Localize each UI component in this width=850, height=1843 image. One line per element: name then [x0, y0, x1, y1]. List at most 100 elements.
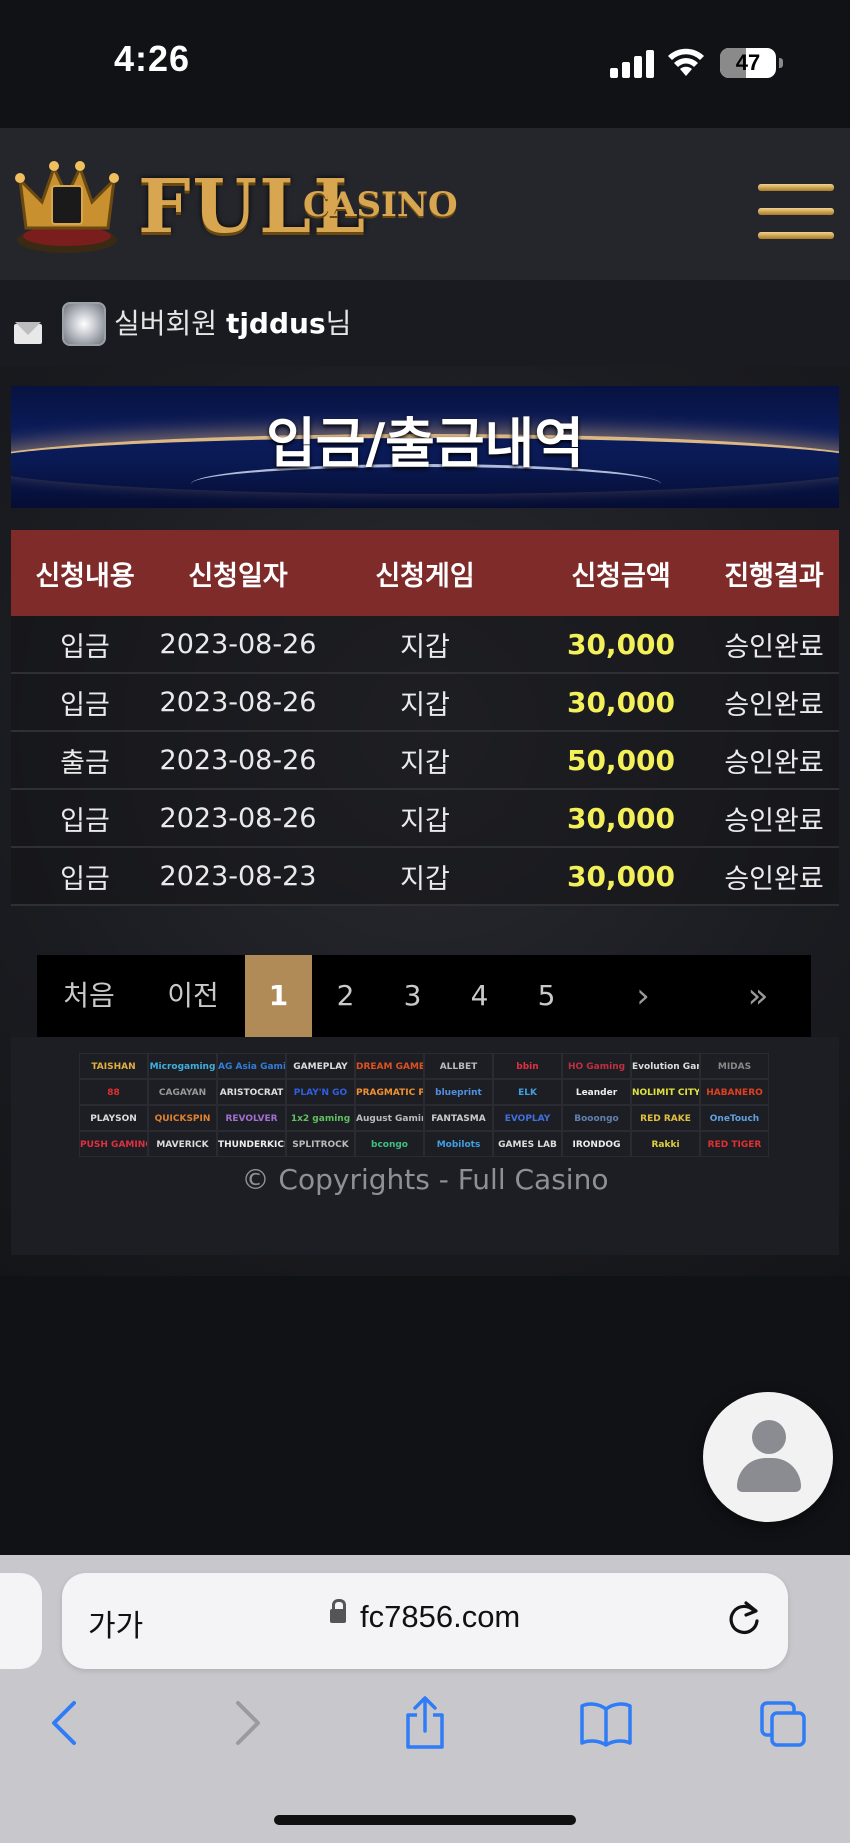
clock: 4:26 [114, 38, 191, 79]
row-amount: 30,000 [566, 685, 676, 719]
pagination-first[interactable]: 처음 [37, 955, 141, 1037]
hamburger-icon[interactable] [758, 184, 834, 240]
provider-logo: MIDAS [700, 1053, 769, 1079]
provider-logo: RED TIGER [700, 1131, 769, 1157]
pagination-page-1[interactable]: 1 [245, 955, 312, 1037]
provider-logo: Leander [562, 1079, 631, 1105]
honorific: 님 [325, 307, 352, 340]
row-type: 입금 [60, 689, 110, 721]
provider-logo: Evolution Gaming [631, 1053, 700, 1079]
provider-logo: GAMES LAB [493, 1131, 562, 1157]
table-row: 입금 2023-08-26 지갑 30,000 승인완료 [11, 790, 839, 848]
provider-logo: Mobilots [424, 1131, 493, 1157]
site-header: FULL CASINO [0, 128, 850, 280]
status-bar: 4:26 47 [0, 0, 850, 128]
url-text[interactable]: fc7856.com [360, 1599, 520, 1635]
column-header-date: 신청일자 [188, 560, 288, 592]
provider-logo: Rakki [631, 1131, 700, 1157]
row-type: 입금 [60, 631, 110, 663]
provider-logo: PLAY'N GO [286, 1079, 355, 1105]
user-info: 실버회원 tjddus님 [114, 304, 351, 344]
provider-logo: HABANERO [700, 1079, 769, 1105]
provider-logo: TAISHAN [79, 1053, 148, 1079]
home-indicator [274, 1815, 576, 1825]
wifi-icon [668, 48, 704, 76]
row-type: 입금 [60, 805, 110, 837]
column-header-type: 신청내용 [35, 560, 135, 592]
text-size-button[interactable]: 가가 [88, 1601, 143, 1645]
address-bar[interactable]: 가가 fc7856.com [62, 1573, 788, 1669]
previous-tab[interactable] [0, 1573, 42, 1669]
battery-indicator: 47 [720, 48, 783, 78]
pagination-next-icon[interactable]: › [580, 955, 706, 1037]
pagination-page-2[interactable]: 2 [312, 955, 379, 1037]
row-game: 지갑 [400, 631, 450, 663]
forward-icon[interactable] [222, 1695, 272, 1751]
browser-toolbar: 가가 fc7856.com [0, 1555, 850, 1843]
provider-logo: PLAYSON [79, 1105, 148, 1131]
silver-rank-icon [62, 302, 106, 346]
row-amount: 30,000 [566, 801, 676, 835]
provider-logo: 88 [79, 1079, 148, 1105]
provider-logo: RED RAKE [631, 1105, 700, 1131]
provider-logo: DREAM GAME [355, 1053, 424, 1079]
row-amount: 50,000 [566, 743, 676, 777]
pagination-page-4[interactable]: 4 [446, 955, 513, 1037]
transaction-table: 신청내용 신청일자 신청게임 신청금액 진행결과 입금 2023-08-26 지… [11, 530, 839, 906]
provider-logo: Booongo [562, 1105, 631, 1131]
pagination-last-icon[interactable]: » [706, 955, 810, 1037]
row-date: 2023-08-26 [159, 802, 317, 834]
provider-logo: August Gaming [355, 1105, 424, 1131]
share-icon[interactable] [400, 1695, 450, 1751]
page: 4:26 47 FULL CASINO 실버회원 tjddus님 입금/출금내역… [0, 0, 850, 1843]
pagination-prev[interactable]: 이전 [141, 955, 245, 1037]
table-header: 신청내용 신청일자 신청게임 신청금액 진행결과 [11, 530, 839, 616]
row-amount: 30,000 [566, 859, 676, 893]
provider-logo: SPLITROCK [286, 1131, 355, 1157]
provider-logo: HO Gaming [562, 1053, 631, 1079]
provider-logo: CAGAYAN [148, 1079, 217, 1105]
provider-logo: MAVERICK [148, 1131, 217, 1157]
provider-logo: EVOPLAY [493, 1105, 562, 1131]
row-amount: 30,000 [566, 627, 676, 661]
lock-icon [330, 1599, 346, 1629]
provider-logo: ELK [493, 1079, 562, 1105]
row-game: 지갑 [400, 863, 450, 895]
row-date: 2023-08-26 [159, 686, 317, 718]
pagination-page-3[interactable]: 3 [379, 955, 446, 1037]
pagination: 처음 이전 1 2 3 4 5 › » [37, 955, 811, 1037]
provider-logo: ARISTOCRAT [217, 1079, 286, 1105]
table-row: 출금 2023-08-26 지갑 50,000 승인완료 [11, 732, 839, 790]
back-icon[interactable] [40, 1695, 90, 1751]
provider-logo: bcongo [355, 1131, 424, 1157]
table-row: 입금 2023-08-23 지갑 30,000 승인완료 [11, 848, 839, 906]
column-header-game: 신청게임 [375, 560, 475, 592]
footer: TAISHANMicrogamingAG Asia GamingGAMEPLAY… [11, 1037, 839, 1255]
provider-logo: PRAGMATIC PLAY [355, 1079, 424, 1105]
pagination-page-5[interactable]: 5 [513, 955, 580, 1037]
row-game: 지갑 [400, 689, 450, 721]
crown-logo-icon[interactable] [12, 156, 122, 256]
battery-percent: 47 [735, 50, 761, 75]
reload-icon[interactable] [724, 1599, 764, 1639]
main-content: 입금/출금내역 신청내용 신청일자 신청게임 신청금액 진행결과 입금 2023… [0, 366, 850, 1276]
row-date: 2023-08-26 [159, 628, 317, 660]
row-result: 승인완료 [724, 631, 824, 663]
provider-logo: blueprint [424, 1079, 493, 1105]
person-icon[interactable] [703, 1392, 833, 1522]
provider-logo: AG Asia Gaming [217, 1053, 286, 1079]
page-title: 입금/출금내역 [266, 412, 584, 475]
provider-logo: OneTouch [700, 1105, 769, 1131]
logo-subtext[interactable]: CASINO [303, 188, 458, 222]
provider-logo: FANTASMA [424, 1105, 493, 1131]
tabs-icon[interactable] [758, 1695, 808, 1751]
row-result: 승인완료 [724, 689, 824, 721]
mail-icon[interactable] [14, 322, 42, 344]
provider-logo: GAMEPLAY [286, 1053, 355, 1079]
bookmarks-icon[interactable] [578, 1695, 634, 1751]
provider-logo: PUSH GAMING [79, 1131, 148, 1157]
row-result: 승인완료 [724, 863, 824, 895]
row-game: 지갑 [400, 805, 450, 837]
row-result: 승인완료 [724, 805, 824, 837]
provider-logo: NOLIMIT CITY [631, 1079, 700, 1105]
